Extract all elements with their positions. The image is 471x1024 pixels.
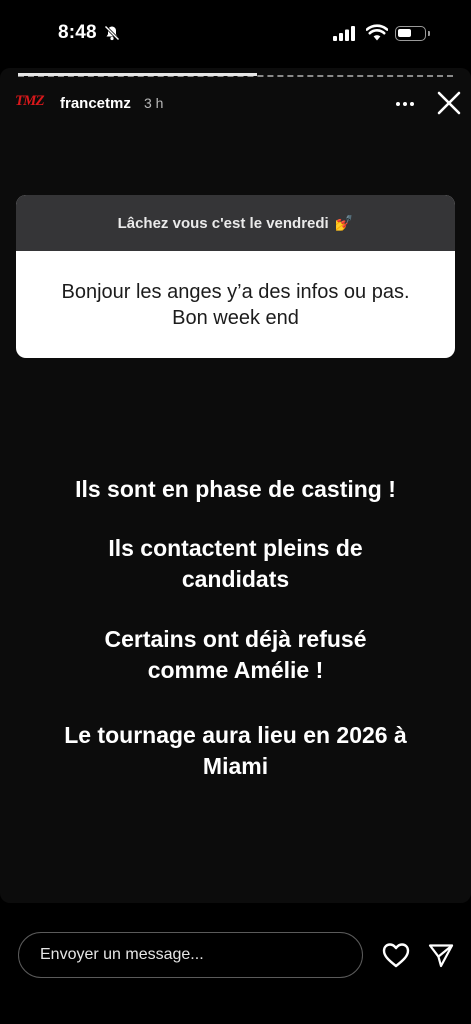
story-username[interactable]: francetmz (60, 95, 131, 112)
announcement-line: Ils sont en phase de casting ! (75, 476, 396, 502)
message-input[interactable]: Envoyer un message... (18, 932, 363, 978)
announcement-line: Le tournage aura lieu en 2026 à (64, 722, 407, 748)
question-sticker: Lâchez vous c'est le vendredi 💅 Bonjour … (16, 195, 455, 358)
answer-line-2: Bon week end (172, 306, 299, 329)
story-screen: 8:48 TMZ francetmz 3 h Lâchez vous c'est… (0, 0, 471, 1024)
status-time: 8:48 (58, 22, 97, 43)
cellular-signal-icon (333, 26, 355, 41)
question-prompt: Lâchez vous c'est le vendredi 💅 (16, 195, 455, 251)
question-answer: Bonjour les anges y’a des infos ou pas. … (16, 251, 455, 358)
answer-line-1: Bonjour les anges y’a des infos ou pas. (61, 280, 410, 303)
story-time-ago: 3 h (144, 95, 164, 111)
announcement-line: Ils contactent pleins de (108, 535, 363, 561)
battery-tip (428, 31, 430, 36)
status-bar: 8:48 (0, 0, 471, 68)
message-input-placeholder: Envoyer un message... (40, 946, 204, 963)
story-progress-fill (18, 73, 257, 76)
announcement-line: Certains ont déjà refusé (104, 626, 367, 652)
question-prompt-text: Lâchez vous c'est le vendredi (117, 214, 329, 232)
announcement-paragraph: Ils sont en phase de casting ! (20, 474, 451, 505)
announcement-paragraph: Certains ont déjà refusé comme Amélie ! (20, 624, 451, 686)
send-icon[interactable] (428, 943, 454, 968)
announcement-paragraph: Le tournage aura lieu en 2026 à Miami (20, 720, 451, 782)
announcement-line: comme Amélie ! (147, 657, 324, 683)
story-header: TMZ francetmz 3 h (0, 88, 471, 118)
announcement-line: candidats (181, 566, 290, 592)
wifi-icon (366, 24, 388, 41)
announcement-line: Miami (202, 753, 269, 779)
story-content[interactable]: TMZ francetmz 3 h Lâchez vous c'est le v… (0, 68, 471, 903)
tmz-logo[interactable]: TMZ (15, 93, 45, 110)
heart-icon[interactable] (382, 942, 410, 968)
nail-polish-icon: 💅 (334, 215, 354, 232)
more-icon[interactable] (396, 96, 418, 112)
announcement-paragraph: Ils contactent pleins de candidats (20, 533, 451, 595)
bell-muted-icon (104, 25, 120, 41)
close-icon[interactable] (436, 90, 462, 116)
battery-icon (395, 26, 426, 41)
